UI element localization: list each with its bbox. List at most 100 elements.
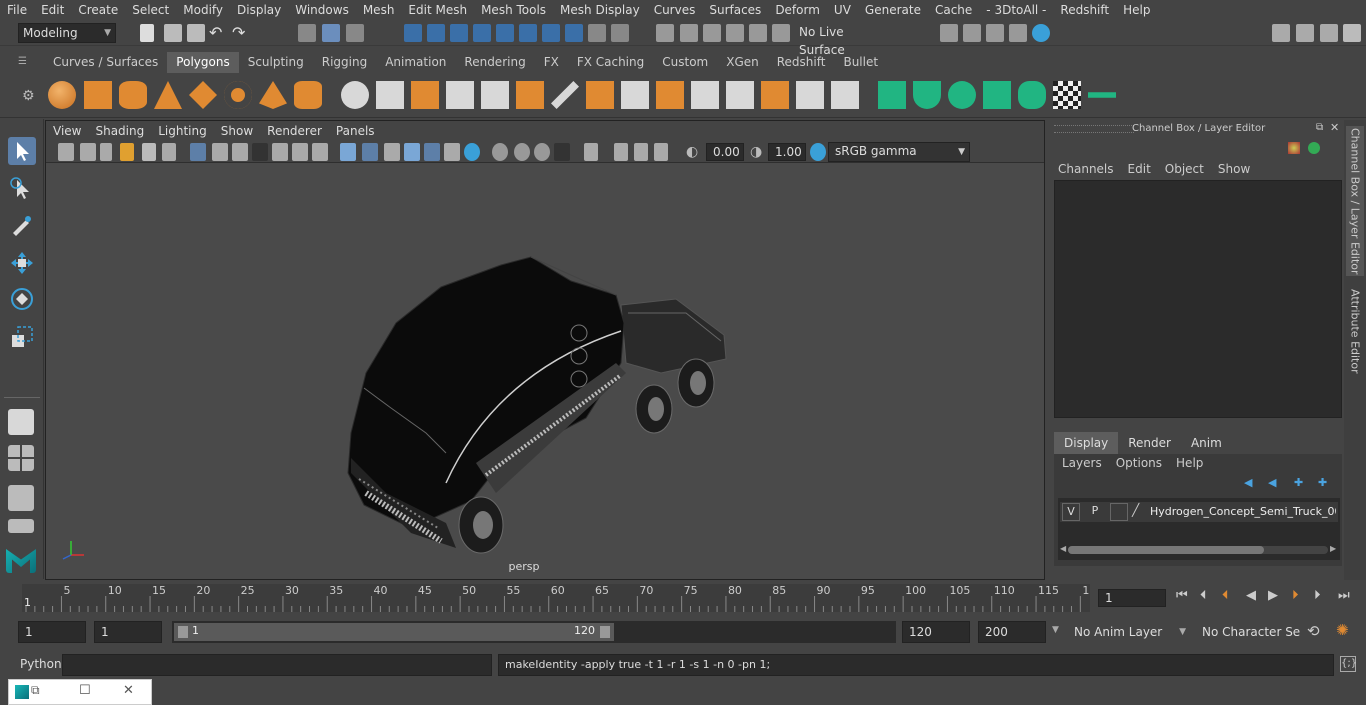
viewport-menu-show[interactable]: Show [214, 124, 260, 138]
float-panel-icon[interactable]: ⧉ [1316, 122, 1323, 133]
paint-select-icon[interactable] [8, 211, 36, 239]
gamma-icon[interactable]: ◑ [750, 143, 768, 161]
perspective-scene[interactable]: persp [46, 163, 1044, 579]
select-by-object-icon[interactable] [322, 24, 340, 42]
playback-start-field[interactable]: 1 [94, 621, 162, 643]
start-time-field[interactable]: 1 [18, 621, 86, 643]
select-by-component-icon[interactable] [346, 24, 364, 42]
minimized-window-bar[interactable]: ⧉ ☐ ✕ [8, 679, 152, 705]
shelf-tab-fx-caching[interactable]: FX Caching [568, 52, 653, 73]
range-bar[interactable]: 1 120 [174, 623, 614, 641]
step-forward-frame-icon[interactable]: ⏵ [1314, 588, 1321, 603]
extract-icon[interactable] [411, 81, 439, 109]
textured-icon[interactable] [404, 143, 420, 161]
scale-tool-icon[interactable] [8, 323, 36, 351]
xray-joints-icon[interactable] [614, 143, 628, 161]
step-back-frame-icon[interactable]: ⏴ [1200, 588, 1207, 603]
shelf-tab-bullet[interactable]: Bullet [834, 52, 887, 73]
mode-selector[interactable]: Modeling ▼ [18, 23, 116, 43]
attribute-editor-toggle-icon[interactable] [1296, 24, 1314, 42]
color-management-icon[interactable] [810, 143, 826, 161]
menu-edit-mesh[interactable]: Edit Mesh [401, 0, 474, 20]
layer-tab-render[interactable]: Render [1118, 432, 1181, 454]
color-space-dropdown[interactable]: sRGB gamma ▼ [828, 142, 970, 162]
layer-menu-layers[interactable]: Layers [1062, 456, 1102, 470]
viewport-panel[interactable]: View Shading Lighting Show Renderer Panels ◐ … [45, 120, 1045, 580]
append-icon[interactable] [656, 81, 684, 109]
image-plane-icon[interactable] [120, 143, 134, 161]
menu-windows[interactable]: Windows [288, 0, 356, 20]
menu-modify[interactable]: Modify [176, 0, 230, 20]
layer-editor-icon[interactable] [1308, 142, 1320, 154]
lock-icon[interactable] [588, 24, 606, 42]
modeling-toolkit-icon[interactable] [1272, 24, 1290, 42]
bookmark-icon[interactable] [100, 143, 112, 161]
magnet-icon[interactable] [703, 24, 721, 42]
render-frame-icon[interactable] [940, 24, 958, 42]
shelf-tab-animation[interactable]: Animation [376, 52, 455, 73]
select-camera-icon[interactable] [58, 143, 74, 161]
spherical-uv-icon[interactable] [948, 81, 976, 109]
separate-icon[interactable] [376, 81, 404, 109]
character-set-dropdown[interactable]: No Character Set [1196, 621, 1300, 643]
menu-display[interactable]: Display [230, 0, 288, 20]
anim-layer-dropdown[interactable]: No Anim Layer ▼ [1068, 621, 1188, 643]
shelf-tab-fx[interactable]: FX [535, 52, 568, 73]
current-frame-field[interactable]: 1 [1098, 589, 1166, 607]
play-backwards-icon[interactable]: ◀ [1246, 588, 1256, 603]
uv-editor-icon[interactable] [1088, 92, 1116, 98]
go-to-end-icon[interactable]: ⏭ [1338, 588, 1350, 603]
gate-mask-icon[interactable] [252, 143, 268, 161]
menu-edit[interactable]: Edit [34, 0, 71, 20]
channel-menu-channels[interactable]: Channels [1058, 162, 1114, 176]
construction-history-icon[interactable] [680, 24, 698, 42]
channel-menu-object[interactable]: Object [1165, 162, 1204, 176]
shelf-tab-xgen[interactable]: XGen [717, 52, 768, 73]
viewport-menu-lighting[interactable]: Lighting [151, 124, 214, 138]
menu-mesh[interactable]: Mesh [356, 0, 402, 20]
ambient-occlusion-icon[interactable] [464, 143, 480, 161]
move-layer-down-icon[interactable]: ◀ [1268, 476, 1276, 489]
poly-pipe-icon[interactable] [294, 81, 322, 109]
grid-toggle-icon[interactable] [190, 143, 206, 161]
poly-pyramid-icon[interactable] [259, 81, 287, 109]
shelf-settings-gear-icon[interactable]: ⚙ [22, 88, 35, 104]
menu-deform[interactable]: Deform [768, 0, 827, 20]
checker-uv-icon[interactable] [1053, 81, 1081, 109]
layer-tab-anim[interactable]: Anim [1181, 432, 1232, 454]
gamma-field[interactable]: 1.00 [768, 143, 806, 161]
isolate-select-icon[interactable] [584, 143, 598, 161]
restore-icon[interactable]: ⧉ [31, 683, 40, 698]
poly-plane-icon[interactable] [189, 81, 217, 109]
poly-torus-icon[interactable] [224, 81, 252, 109]
channel-menu-show[interactable]: Show [1218, 162, 1250, 176]
2d-pan-zoom-icon[interactable] [142, 143, 156, 161]
scroll-right-icon[interactable]: ▶ [1330, 544, 1336, 553]
tab-attribute-editor[interactable]: Attribute Editor [1346, 286, 1364, 376]
exposure-icon[interactable]: ◐ [686, 143, 704, 161]
play-forwards-icon[interactable]: ▶ [1268, 588, 1278, 603]
target-weld-icon[interactable] [726, 81, 754, 109]
menu-mesh-display[interactable]: Mesh Display [553, 0, 647, 20]
channel-menu-edit[interactable]: Edit [1128, 162, 1151, 176]
viewport-menu-renderer[interactable]: Renderer [260, 124, 329, 138]
scroll-left-icon[interactable]: ◀ [1060, 544, 1066, 553]
select-tool-icon[interactable] [8, 137, 36, 165]
poly-cylinder-icon[interactable] [119, 81, 147, 109]
range-track[interactable]: 1 120 [172, 621, 896, 643]
menu-select[interactable]: Select [125, 0, 176, 20]
bridge-icon[interactable] [621, 81, 649, 109]
xray-active-icon[interactable] [634, 143, 648, 161]
menu-cache[interactable]: Cache [928, 0, 979, 20]
viewport-menu-panels[interactable]: Panels [329, 124, 382, 138]
new-layer-selected-icon[interactable]: ✚ [1318, 476, 1327, 489]
undo-icon[interactable]: ↶ [209, 24, 227, 42]
shelf-tab-rendering[interactable]: Rendering [455, 52, 534, 73]
command-input[interactable] [62, 654, 492, 676]
tab-channel-box-layer-editor[interactable]: Channel Box / Layer Editor [1346, 126, 1364, 276]
merge-icon[interactable] [691, 81, 719, 109]
layer-display-type-toggle[interactable] [1110, 503, 1128, 521]
maximize-icon[interactable]: ☐ [79, 683, 91, 698]
menu-mesh-tools[interactable]: Mesh Tools [474, 0, 553, 20]
snap-view-plane-icon[interactable] [473, 24, 491, 42]
